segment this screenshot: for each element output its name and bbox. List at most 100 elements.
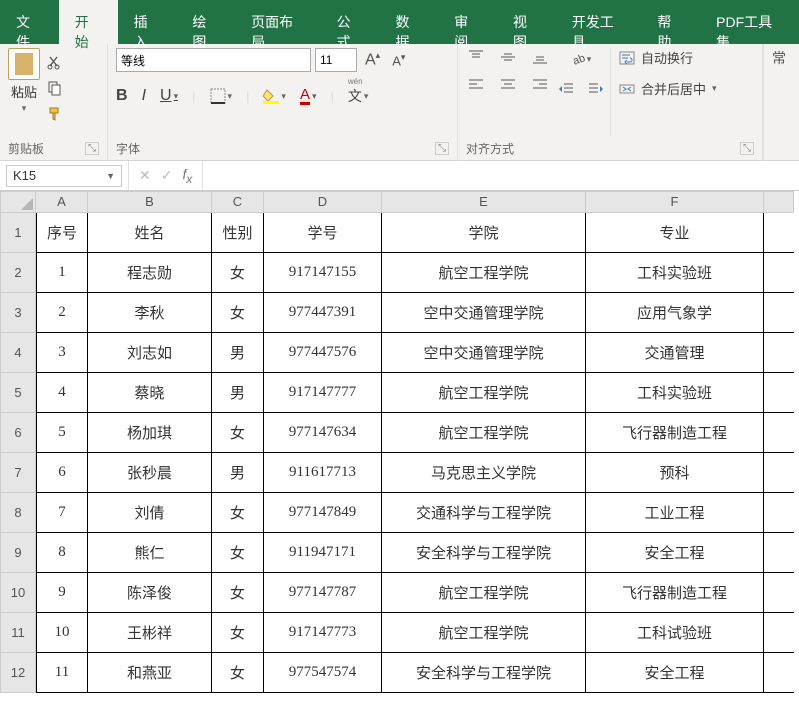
cell[interactable]: 工科试验班 <box>586 613 764 653</box>
cell[interactable]: 安全工程 <box>586 533 764 573</box>
cell[interactable] <box>764 413 794 453</box>
cell[interactable]: 航空工程学院 <box>382 573 586 613</box>
cell[interactable]: 航空工程学院 <box>382 253 586 293</box>
row-header-4[interactable]: 4 <box>0 333 36 373</box>
col-header-E[interactable]: E <box>382 191 586 213</box>
tab-9[interactable]: 开发工具 <box>556 0 642 44</box>
cell[interactable]: 10 <box>36 613 88 653</box>
orientation-button[interactable]: ab▾ <box>556 50 606 68</box>
insert-function-icon[interactable]: fx <box>182 166 192 186</box>
tab-11[interactable]: PDF工具集 <box>700 0 799 44</box>
cell[interactable]: 977447576 <box>264 333 382 373</box>
cell[interactable]: 交通科学与工程学院 <box>382 493 586 533</box>
increase-font-icon[interactable]: A▴ <box>361 50 384 69</box>
row-header-9[interactable]: 9 <box>0 533 36 573</box>
row-header-6[interactable]: 6 <box>0 413 36 453</box>
cell[interactable]: 2 <box>36 293 88 333</box>
row-header-3[interactable]: 3 <box>0 293 36 333</box>
row-header-12[interactable]: 12 <box>0 653 36 693</box>
cell[interactable]: 航空工程学院 <box>382 413 586 453</box>
wrap-text-button[interactable]: 自动换行 <box>619 48 717 67</box>
align-top-icon[interactable] <box>466 48 486 66</box>
border-button[interactable]: ▾ <box>210 88 233 104</box>
cell[interactable]: 飞行器制造工程 <box>586 573 764 613</box>
cell[interactable]: 5 <box>36 413 88 453</box>
cell[interactable]: 女 <box>212 493 264 533</box>
cell[interactable] <box>764 653 794 693</box>
cell[interactable] <box>764 573 794 613</box>
cell[interactable] <box>764 493 794 533</box>
cell[interactable]: 977147849 <box>264 493 382 533</box>
name-box-dropdown-icon[interactable]: ▼ <box>106 171 115 181</box>
select-all-corner[interactable] <box>0 191 36 213</box>
align-middle-icon[interactable] <box>498 48 518 66</box>
cell[interactable]: 马克思主义学院 <box>382 453 586 493</box>
clipboard-launcher-icon[interactable]: ⤡ <box>85 142 99 155</box>
align-center-icon[interactable] <box>498 76 518 94</box>
cell[interactable]: 男 <box>212 453 264 493</box>
tab-5[interactable]: 公式 <box>321 0 380 44</box>
fill-color-button[interactable]: ▾ <box>263 88 286 104</box>
cell[interactable]: 977547574 <box>264 653 382 693</box>
cell[interactable]: 航空工程学院 <box>382 373 586 413</box>
cell[interactable]: 977447391 <box>264 293 382 333</box>
cell[interactable]: 男 <box>212 333 264 373</box>
cell[interactable]: 刘倩 <box>88 493 212 533</box>
cell[interactable]: 工科实验班 <box>586 253 764 293</box>
cut-icon[interactable] <box>44 52 66 72</box>
cell[interactable]: 1 <box>36 253 88 293</box>
cell[interactable]: 女 <box>212 573 264 613</box>
font-color-button[interactable]: A▾ <box>300 88 317 105</box>
cell[interactable]: 性别 <box>212 213 264 253</box>
cell[interactable]: 4 <box>36 373 88 413</box>
tab-0[interactable]: 文件 <box>0 0 59 44</box>
tab-3[interactable]: 绘图 <box>176 0 235 44</box>
row-header-8[interactable]: 8 <box>0 493 36 533</box>
cell[interactable]: 和燕亚 <box>88 653 212 693</box>
cell[interactable]: 程志勋 <box>88 253 212 293</box>
tab-4[interactable]: 页面布局 <box>235 0 321 44</box>
cell[interactable]: 女 <box>212 293 264 333</box>
increase-indent-icon[interactable] <box>586 80 606 98</box>
cell[interactable]: 空中交通管理学院 <box>382 333 586 373</box>
paste-icon[interactable] <box>8 48 40 80</box>
cell[interactable]: 王彬祥 <box>88 613 212 653</box>
cell[interactable]: 学号 <box>264 213 382 253</box>
row-header-11[interactable]: 11 <box>0 613 36 653</box>
cell[interactable]: 序号 <box>36 213 88 253</box>
cell[interactable]: 工业工程 <box>586 493 764 533</box>
cell[interactable]: 男 <box>212 373 264 413</box>
decrease-indent-icon[interactable] <box>556 80 576 98</box>
format-painter-icon[interactable] <box>44 104 66 124</box>
col-header-overflow[interactable] <box>764 191 794 213</box>
cell[interactable]: 空中交通管理学院 <box>382 293 586 333</box>
cell[interactable]: 蔡晓 <box>88 373 212 413</box>
cell[interactable]: 安全科学与工程学院 <box>382 533 586 573</box>
cell[interactable]: 8 <box>36 533 88 573</box>
cell[interactable]: 李秋 <box>88 293 212 333</box>
cell[interactable]: 交通管理 <box>586 333 764 373</box>
cell[interactable] <box>764 333 794 373</box>
cell[interactable] <box>764 213 794 253</box>
cell[interactable]: 7 <box>36 493 88 533</box>
cell[interactable]: 刘志如 <box>88 333 212 373</box>
tab-8[interactable]: 视图 <box>497 0 556 44</box>
cell[interactable]: 女 <box>212 253 264 293</box>
cell[interactable]: 航空工程学院 <box>382 613 586 653</box>
font-size-input[interactable] <box>315 48 357 72</box>
cell[interactable]: 3 <box>36 333 88 373</box>
row-header-7[interactable]: 7 <box>0 453 36 493</box>
italic-button[interactable]: I <box>142 87 146 105</box>
cell[interactable] <box>764 293 794 333</box>
cell[interactable]: 飞行器制造工程 <box>586 413 764 453</box>
cell[interactable] <box>764 533 794 573</box>
cell[interactable]: 工科实验班 <box>586 373 764 413</box>
cell[interactable]: 杨加琪 <box>88 413 212 453</box>
cell[interactable]: 姓名 <box>88 213 212 253</box>
col-header-B[interactable]: B <box>88 191 212 213</box>
cell[interactable]: 女 <box>212 653 264 693</box>
align-bottom-icon[interactable] <box>530 48 550 66</box>
cell[interactable]: 917147777 <box>264 373 382 413</box>
cell[interactable]: 917147773 <box>264 613 382 653</box>
row-header-2[interactable]: 2 <box>0 253 36 293</box>
